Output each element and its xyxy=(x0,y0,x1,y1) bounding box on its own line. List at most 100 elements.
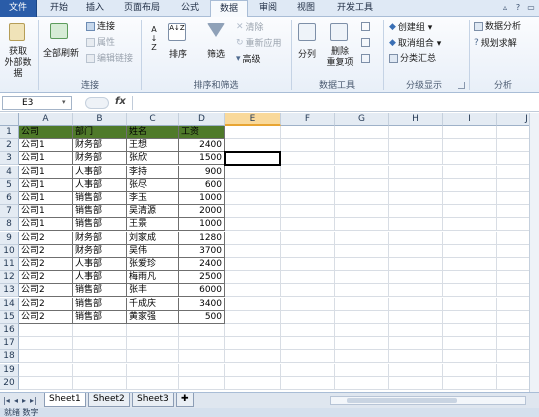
column-header-d[interactable]: D xyxy=(179,113,225,126)
cell-c7[interactable]: 吴清源 xyxy=(127,205,179,219)
column-header-e[interactable]: E xyxy=(225,113,281,126)
cell-i13[interactable] xyxy=(443,284,497,298)
insert-sheet-icon[interactable]: ✚ xyxy=(176,393,194,407)
cell-d18[interactable] xyxy=(179,350,225,364)
cell-d17[interactable] xyxy=(179,337,225,351)
cell-d4[interactable]: 900 xyxy=(179,165,225,179)
cell-a5[interactable]: 公司1 xyxy=(19,178,73,192)
cell-b6[interactable]: 销售部 xyxy=(73,192,127,205)
cell-f19[interactable] xyxy=(281,363,335,377)
column-header-h[interactable]: H xyxy=(389,113,443,126)
cell-i20[interactable] xyxy=(443,376,497,390)
cell-e7[interactable] xyxy=(225,205,281,219)
data-analysis-button[interactable]: 数据分析 xyxy=(474,22,521,33)
cell-h20[interactable] xyxy=(389,376,443,390)
cell-i15[interactable] xyxy=(443,310,497,324)
cell-f20[interactable] xyxy=(281,376,335,390)
cell-g3[interactable] xyxy=(335,152,389,166)
first-sheet-icon[interactable]: |◂ xyxy=(3,396,10,405)
cell-e15[interactable] xyxy=(225,310,281,324)
cell-i14[interactable] xyxy=(443,297,497,311)
cell-e14[interactable] xyxy=(225,297,281,311)
cell-a8[interactable]: 公司1 xyxy=(19,218,73,232)
cell-a13[interactable]: 公司2 xyxy=(19,284,73,298)
column-header-g[interactable]: G xyxy=(335,113,389,126)
cell-i9[interactable] xyxy=(443,231,497,245)
cell-b2[interactable]: 财务部 xyxy=(73,139,127,153)
cell-d5[interactable]: 600 xyxy=(179,178,225,192)
cell-g10[interactable] xyxy=(335,244,389,258)
cell-g8[interactable] xyxy=(335,218,389,232)
row-header-6[interactable]: 6 xyxy=(0,192,19,205)
row-header-12[interactable]: 12 xyxy=(0,271,19,285)
cell-c14[interactable]: 千成庆 xyxy=(127,297,179,311)
cell-i12[interactable] xyxy=(443,271,497,285)
cell-a9[interactable]: 公司2 xyxy=(19,231,73,245)
cell-b14[interactable]: 销售部 xyxy=(73,297,127,311)
cell-j15[interactable] xyxy=(497,311,529,324)
cell-i1[interactable] xyxy=(443,126,497,139)
cell-c18[interactable] xyxy=(127,350,179,364)
cell-g5[interactable] xyxy=(335,178,389,192)
cell-c17[interactable] xyxy=(127,337,179,351)
cell-a1[interactable]: 公司 xyxy=(19,126,73,139)
cell-c19[interactable] xyxy=(127,363,179,377)
cell-c4[interactable]: 李持 xyxy=(127,165,179,179)
cell-j17[interactable] xyxy=(497,337,529,351)
worksheet-grid[interactable]: ABCDEFGHIJ 1 2 3 4 5 6 7 8 9 10 11 12 13 14 15 16 17 18 19… xyxy=(0,113,529,392)
cell-i5[interactable] xyxy=(443,178,497,192)
tab-file[interactable]: 文件 xyxy=(0,0,37,17)
cell-g15[interactable] xyxy=(335,310,389,324)
subtotal-button[interactable]: 分类汇总 xyxy=(389,54,436,65)
cell-i6[interactable] xyxy=(443,192,497,205)
row-header-3[interactable]: 3 xyxy=(0,152,19,166)
cell-j13[interactable] xyxy=(497,284,529,298)
cell-f12[interactable] xyxy=(281,271,335,285)
cell-a14[interactable]: 公司2 xyxy=(19,297,73,311)
cell-d7[interactable]: 2000 xyxy=(179,205,225,219)
cell-a16[interactable] xyxy=(19,324,73,337)
cell-c12[interactable]: 梅雨凡 xyxy=(127,271,179,285)
cell-b16[interactable] xyxy=(73,324,127,337)
cell-i7[interactable] xyxy=(443,205,497,219)
what-if-button[interactable] xyxy=(361,54,372,65)
tab-view[interactable]: 视图 xyxy=(289,0,323,17)
cell-i11[interactable] xyxy=(443,258,497,271)
cell-c5[interactable]: 张尽 xyxy=(127,178,179,192)
column-header-f[interactable]: F xyxy=(281,113,335,126)
cell-a7[interactable]: 公司1 xyxy=(19,205,73,219)
tab-home[interactable]: 开始 xyxy=(42,0,76,17)
tab-review[interactable]: 审阅 xyxy=(251,0,285,17)
cell-a6[interactable]: 公司1 xyxy=(19,192,73,205)
cell-c11[interactable]: 张爱珍 xyxy=(127,258,179,271)
cell-d15[interactable]: 500 xyxy=(179,310,225,324)
cell-b17[interactable] xyxy=(73,337,127,351)
cell-d19[interactable] xyxy=(179,363,225,377)
cell-j12[interactable] xyxy=(497,271,529,285)
cell-j6[interactable] xyxy=(497,192,529,205)
cell-h18[interactable] xyxy=(389,350,443,364)
cell-d14[interactable]: 3400 xyxy=(179,297,225,311)
column-header-c[interactable]: C xyxy=(127,113,179,126)
cell-h4[interactable] xyxy=(389,165,443,179)
cell-c8[interactable]: 王景 xyxy=(127,218,179,232)
cell-b4[interactable]: 人事部 xyxy=(73,165,127,179)
help-icon[interactable]: ? xyxy=(513,3,523,13)
clear-button[interactable]: ✕ 清除 xyxy=(236,22,264,34)
cell-i19[interactable] xyxy=(443,363,497,377)
cell-d11[interactable]: 2400 xyxy=(179,258,225,271)
cell-d2[interactable]: 2400 xyxy=(179,139,225,153)
cell-e13[interactable] xyxy=(225,284,281,298)
cell-i18[interactable] xyxy=(443,350,497,364)
cell-e19[interactable] xyxy=(225,363,281,377)
cell-c15[interactable]: 黄家强 xyxy=(127,310,179,324)
cell-c20[interactable] xyxy=(127,376,179,390)
cell-f15[interactable] xyxy=(281,310,335,324)
cell-a3[interactable]: 公司1 xyxy=(19,152,73,166)
cell-i4[interactable] xyxy=(443,165,497,179)
cell-a19[interactable] xyxy=(19,363,73,377)
cell-f13[interactable] xyxy=(281,284,335,298)
cell-h1[interactable] xyxy=(389,126,443,139)
cell-h16[interactable] xyxy=(389,324,443,337)
cell-g7[interactable] xyxy=(335,205,389,219)
